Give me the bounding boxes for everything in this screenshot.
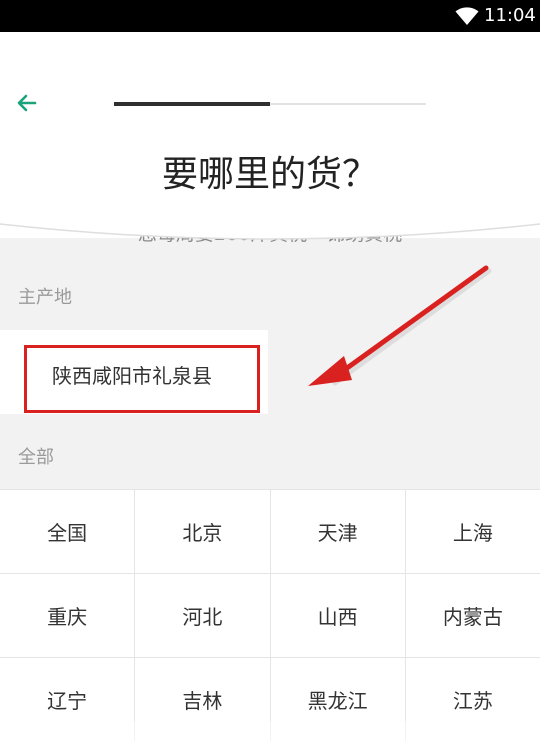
annotation-highlight-box xyxy=(24,345,260,413)
region-item[interactable]: 江苏 xyxy=(405,658,540,741)
header: 要哪里的货？ 您每周要200斤黄桃 - 锦绣黄桃 xyxy=(0,32,540,245)
all-regions-label: 全部 xyxy=(18,447,54,468)
page-title: 要哪里的货？ xyxy=(161,154,378,195)
wifi-icon xyxy=(455,7,479,25)
status-time: 11:04 xyxy=(484,5,536,26)
region-item[interactable]: 重庆 xyxy=(0,574,135,657)
back-button[interactable] xyxy=(10,86,44,120)
main-origin-label: 主产地 xyxy=(18,287,72,308)
annotation-arrow-icon xyxy=(308,265,492,386)
region-item[interactable]: 内蒙古 xyxy=(405,574,540,657)
region-item[interactable]: 河北 xyxy=(135,574,270,657)
region-item[interactable]: 吉林 xyxy=(135,658,270,741)
region-item[interactable]: 山西 xyxy=(270,574,405,657)
region-item[interactable]: 天津 xyxy=(270,490,405,573)
region-item[interactable]: 全国 xyxy=(0,490,135,573)
status-bar: 11:04 xyxy=(0,0,540,32)
region-item[interactable]: 黑龙江 xyxy=(270,658,405,741)
back-arrow-icon xyxy=(17,94,37,112)
region-item[interactable]: 上海 xyxy=(405,490,540,573)
region-item[interactable]: 辽宁 xyxy=(0,658,135,741)
region-item[interactable]: 北京 xyxy=(135,490,270,573)
region-grid: 全国 北京 天津 上海 重庆 河北 山西 内蒙古 辽宁 吉林 黑龙江 江苏 xyxy=(0,489,540,741)
progress-bar xyxy=(114,102,426,106)
progress-fill xyxy=(114,102,270,106)
header-curve xyxy=(0,218,540,240)
